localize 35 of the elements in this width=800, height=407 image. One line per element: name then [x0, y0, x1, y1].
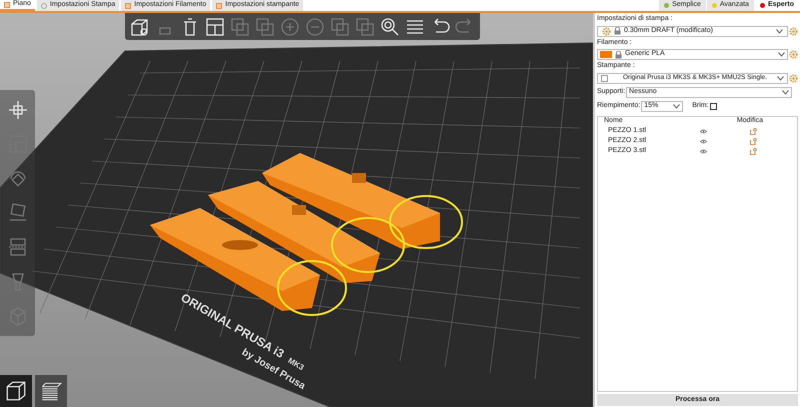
minus-circle-icon[interactable]: [304, 16, 326, 38]
gear-icon[interactable]: [789, 74, 798, 82]
3d-view-button[interactable]: [0, 375, 32, 407]
tab-icon: [216, 2, 222, 8]
cut-icon[interactable]: [6, 236, 28, 258]
cube-icon: [4, 379, 28, 403]
plus-circle-icon[interactable]: [279, 16, 301, 38]
edit-icon[interactable]: [750, 148, 757, 155]
layout-grid-icon[interactable]: [204, 16, 226, 38]
edit-icon[interactable]: [750, 128, 757, 135]
edit-icon[interactable]: [750, 138, 757, 145]
highlight-circle: [277, 260, 347, 316]
eye-icon[interactable]: [700, 149, 707, 154]
gear-icon[interactable]: [789, 50, 798, 59]
gear-icon[interactable]: [789, 26, 798, 36]
chevron-down-icon: [782, 90, 789, 94]
preview-button[interactable]: [35, 375, 67, 407]
lock-icon: [615, 50, 622, 58]
split-objects-icon[interactable]: [329, 16, 351, 38]
chevron-down-icon: [673, 104, 680, 108]
chevron-down-icon: [778, 52, 785, 57]
eye-icon[interactable]: [700, 129, 707, 134]
tab-icon: [4, 2, 10, 8]
search-icon[interactable]: [379, 16, 401, 38]
move-arrows-icon[interactable]: [6, 99, 28, 122]
chevron-down-icon: [777, 76, 784, 80]
paste-icon[interactable]: [254, 16, 276, 38]
chevron-down-icon: [776, 28, 783, 34]
brim-checkbox[interactable]: [710, 102, 717, 110]
gear-icon[interactable]: [602, 26, 611, 36]
bed-label: MK3: [286, 356, 306, 372]
eye-icon[interactable]: [700, 139, 707, 144]
tab-icon: [40, 2, 47, 8]
tab-icon: [125, 2, 132, 8]
lock-icon: [614, 27, 621, 35]
